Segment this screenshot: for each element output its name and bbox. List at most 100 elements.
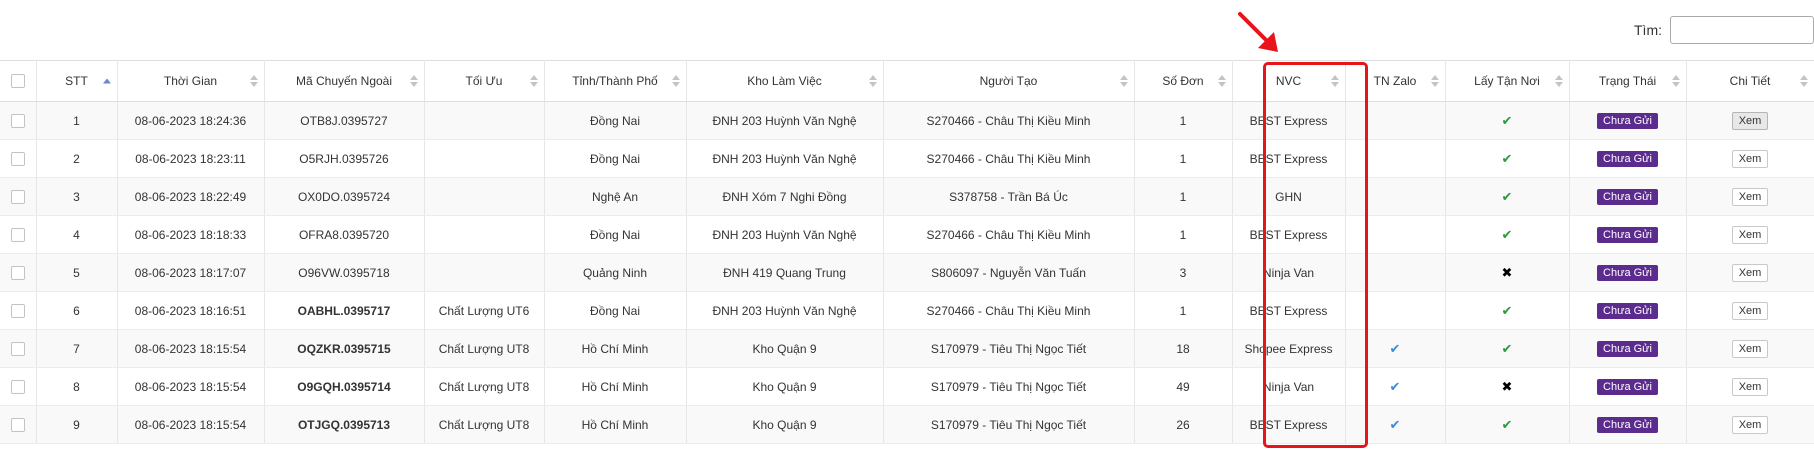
city-cell: Hồ Chí Minh — [544, 367, 687, 406]
row-checkbox[interactable] — [10, 379, 25, 394]
sort-icon[interactable] — [1430, 75, 1439, 87]
row-checkbox[interactable] — [10, 113, 25, 128]
detail-cell: Xem — [1686, 405, 1814, 444]
view-detail-button[interactable]: Xem — [1731, 187, 1769, 206]
column-header-tn-zalo[interactable]: TN Zalo — [1345, 60, 1446, 102]
creator-cell: S270466 - Châu Thị Kiều Minh — [883, 291, 1135, 330]
sort-icon[interactable] — [529, 75, 538, 87]
row-checkbox[interactable] — [10, 227, 25, 242]
detail-cell: Xem — [1686, 367, 1814, 406]
trip-code-cell: OTB8J.0395727 — [264, 101, 425, 140]
column-header-so-don[interactable]: Số Đơn — [1134, 60, 1233, 102]
pickup-cell: ✔ — [1445, 291, 1570, 330]
view-detail-button[interactable]: Xem — [1731, 377, 1769, 396]
table-row[interactable]: 8 08-06-2023 18:15:54 O9GQH.0395714 Chất Lư… — [0, 367, 1814, 406]
table-row[interactable]: 4 08-06-2023 18:18:33 OFRA8.0395720 Đồng Na… — [0, 215, 1814, 254]
creator-cell: S806097 - Nguyễn Văn Tuấn — [883, 253, 1135, 292]
select-all-checkbox[interactable] — [10, 74, 25, 89]
column-header-nvc[interactable]: NVC — [1232, 60, 1346, 102]
row-checkbox[interactable] — [10, 151, 25, 166]
sort-down-icon — [1119, 82, 1128, 87]
sort-icon[interactable] — [1799, 75, 1808, 87]
sort-icon[interactable] — [671, 75, 680, 87]
check-icon: ✔ — [1501, 302, 1513, 318]
optimization-cell: Chất Lượng UT8 — [424, 405, 545, 444]
check-icon: ✔ — [1501, 226, 1513, 242]
check-icon: ✔ — [1501, 188, 1513, 204]
sort-icon[interactable] — [868, 75, 877, 87]
warehouse-cell: Kho Quận 9 — [686, 367, 884, 406]
sort-icon[interactable] — [249, 75, 258, 87]
pickup-cell: ✔ — [1445, 177, 1570, 216]
sort-down-icon — [671, 82, 680, 87]
optimization-cell: Chất Lượng UT8 — [424, 329, 545, 368]
row-checkbox[interactable] — [10, 265, 25, 280]
view-detail-button[interactable]: Xem — [1731, 263, 1769, 282]
carrier-cell: GHN — [1232, 177, 1346, 216]
column-header-nguoi-tao[interactable]: Người Tạo — [883, 60, 1135, 102]
status-badge: Chưa Gửi — [1597, 264, 1658, 281]
carrier-cell: Ninja Van — [1232, 367, 1346, 406]
view-detail-button[interactable]: Xem — [1731, 225, 1769, 244]
column-header-thoi-gian[interactable]: Thời Gian — [117, 60, 265, 102]
row-select-cell — [0, 329, 37, 368]
table-row[interactable]: 1 08-06-2023 18:24:36 OTB8J.0395727 Đồng Na… — [0, 101, 1814, 140]
sort-icon[interactable] — [1671, 75, 1680, 87]
optimization-cell — [424, 101, 545, 140]
column-header-lay-tan-noi[interactable]: Lấy Tận Nơi — [1445, 60, 1570, 102]
sort-icon[interactable] — [1119, 75, 1128, 87]
sort-icon[interactable] — [1554, 75, 1563, 87]
optimization-cell — [424, 253, 545, 292]
sort-up-icon — [529, 75, 538, 80]
row-select-cell — [0, 405, 37, 444]
row-checkbox[interactable] — [10, 417, 25, 432]
sort-down-icon — [249, 82, 258, 87]
trip-code-cell: O96VW.0395718 — [264, 253, 425, 292]
table-row[interactable]: 9 08-06-2023 18:15:54 OTJGQ.0395713 Chất Lư… — [0, 405, 1814, 444]
warehouse-cell: ĐNH 203 Huỳnh Văn Nghệ — [686, 215, 884, 254]
column-header-tinh-thanh-pho[interactable]: Tỉnh/Thành Phố — [544, 60, 687, 102]
trip-code-cell: O9GQH.0395714 — [264, 367, 425, 406]
column-header-select-all[interactable] — [0, 60, 37, 102]
view-detail-button[interactable]: Xem — [1731, 111, 1769, 130]
column-header-ma-chuyen-ngoai[interactable]: Mã Chuyến Ngoài — [264, 60, 425, 102]
status-cell: Chưa Gửi — [1569, 215, 1687, 254]
order-count-cell: 1 — [1134, 101, 1233, 140]
optimization-cell: Chất Lượng UT6 — [424, 291, 545, 330]
table-row[interactable]: 5 08-06-2023 18:17:07 O96VW.0395718 Quảng N… — [0, 253, 1814, 292]
column-header-label: Thời Gian — [163, 74, 218, 88]
row-select-cell — [0, 215, 37, 254]
time-cell: 08-06-2023 18:15:54 — [117, 329, 265, 368]
sort-icon[interactable] — [1217, 75, 1226, 87]
table-row[interactable]: 2 08-06-2023 18:23:11 O5RJH.0395726 Đồng Na… — [0, 139, 1814, 178]
row-select-cell — [0, 367, 37, 406]
sort-icon[interactable] — [1330, 75, 1339, 87]
zalo-cell — [1345, 101, 1446, 140]
table-row[interactable]: 6 08-06-2023 18:16:51 OABHL.0395717 Chất Lư… — [0, 291, 1814, 330]
column-header-stt[interactable]: STT — [36, 60, 118, 102]
row-checkbox[interactable] — [10, 303, 25, 318]
status-badge: Chưa Gửi — [1597, 416, 1658, 433]
carrier-cell: BEST Express — [1232, 215, 1346, 254]
view-detail-button[interactable]: Xem — [1731, 149, 1769, 168]
optimization-cell — [424, 139, 545, 178]
column-header-toi-uu[interactable]: Tối Ưu — [424, 60, 545, 102]
view-detail-button[interactable]: Xem — [1731, 339, 1769, 358]
column-header-trang-thai[interactable]: Trạng Thái — [1569, 60, 1687, 102]
row-checkbox[interactable] — [10, 189, 25, 204]
sort-icon[interactable] — [409, 75, 418, 87]
search-input[interactable] — [1670, 16, 1814, 44]
order-count-cell: 1 — [1134, 215, 1233, 254]
sort-down-icon — [1430, 82, 1439, 87]
table-row[interactable]: 3 08-06-2023 18:22:49 OX0DO.0395724 Nghệ An… — [0, 177, 1814, 216]
column-header-kho-lam-viec[interactable]: Kho Làm Việc — [686, 60, 884, 102]
row-checkbox[interactable] — [10, 341, 25, 356]
sort-up-icon — [1799, 75, 1808, 80]
time-cell: 08-06-2023 18:15:54 — [117, 405, 265, 444]
table-row[interactable]: 7 08-06-2023 18:15:54 OQZKR.0395715 Chất Lư… — [0, 329, 1814, 368]
view-detail-button[interactable]: Xem — [1731, 415, 1769, 434]
creator-cell: S378758 - Trần Bá Úc — [883, 177, 1135, 216]
sort-icon[interactable] — [102, 78, 111, 84]
view-detail-button[interactable]: Xem — [1731, 301, 1769, 320]
column-header-chi-tiet[interactable]: Chi Tiết — [1686, 60, 1814, 102]
